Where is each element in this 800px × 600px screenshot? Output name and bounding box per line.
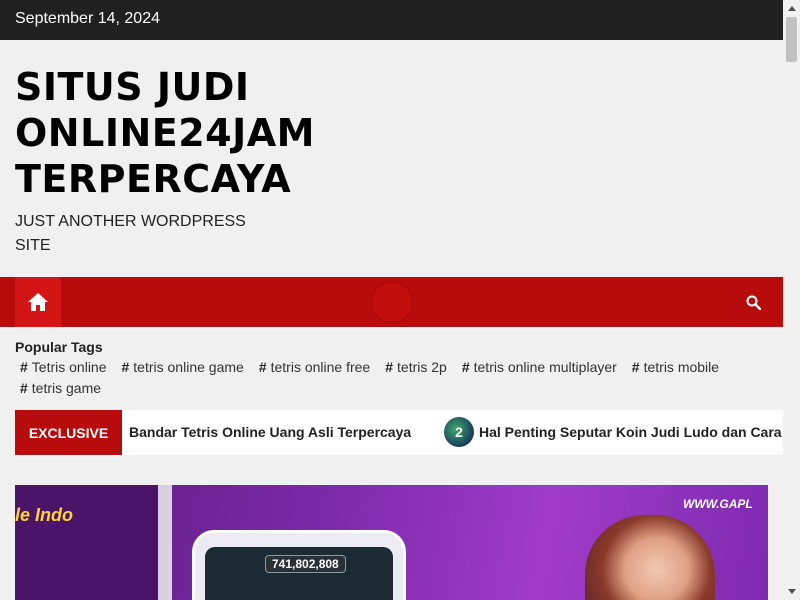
- hash-icon: #: [461, 359, 470, 375]
- ticker-thumbnail-number: 2: [455, 424, 463, 440]
- ticker-label: EXCLUSIVE: [15, 410, 122, 455]
- tag-link[interactable]: # tetris game: [20, 379, 101, 397]
- tag-label: tetris game: [31, 380, 102, 396]
- tag-label: Tetris online: [31, 359, 107, 375]
- tag-label: tetris 2p: [397, 359, 447, 375]
- arrow-up-icon: [787, 6, 796, 11]
- hash-icon: #: [385, 359, 394, 375]
- ticker-item-link[interactable]: Bandar Tetris Online Uang Asli Terpercay…: [129, 424, 411, 440]
- site-title-line: SITUS JUDI: [15, 65, 250, 109]
- tag-link[interactable]: # tetris 2p: [385, 358, 447, 376]
- ticker-thumbnail[interactable]: 2: [444, 417, 474, 447]
- hash-icon: #: [631, 359, 640, 375]
- page-scrollbar[interactable]: [783, 0, 800, 600]
- banner-phone-graphic: 741,802,808: [192, 530, 406, 600]
- scroll-down-button[interactable]: [783, 583, 800, 600]
- tag-link[interactable]: # Tetris online: [20, 358, 107, 376]
- site-branding: SITUS JUDI ONLINE24JAM TERPERCAYA JUST A…: [15, 64, 375, 258]
- hash-icon: #: [20, 359, 28, 375]
- banner-url: WWW.GAPL: [683, 497, 753, 511]
- banner-left-panel: le Indo: [15, 485, 158, 600]
- phone-screen: 741,802,808: [205, 547, 393, 600]
- site-title-line: TERPERCAYA: [15, 157, 292, 201]
- tag-label: tetris online game: [133, 359, 244, 375]
- tag-link[interactable]: # tetris online game: [122, 358, 244, 376]
- scroll-up-button[interactable]: [783, 0, 800, 17]
- current-date: September 14, 2024: [15, 10, 160, 27]
- nav-decoration: [371, 281, 413, 323]
- main-navigation: [0, 277, 783, 327]
- home-icon: [28, 293, 48, 311]
- banner-left-title: le Indo: [15, 505, 73, 525]
- popular-tags: Popular Tags # Tetris online # tetris onli…: [15, 339, 775, 397]
- search-icon: [746, 295, 761, 310]
- scroll-thumb[interactable]: [786, 17, 797, 62]
- tag-link[interactable]: # tetris online free: [259, 358, 370, 376]
- search-button[interactable]: [738, 287, 768, 317]
- hash-icon: #: [121, 359, 130, 375]
- site-description: JUST ANOTHER WORDPRESS SITE: [15, 213, 246, 254]
- phone-score: 741,802,808: [265, 555, 346, 573]
- featured-banner-image[interactable]: le Indo 741,802,808 WWW.GAPL: [15, 485, 768, 600]
- ticker-item-link[interactable]: Hal Penting Seputar Koin Judi Ludo dan C…: [479, 424, 783, 440]
- banner-divider: [158, 485, 172, 600]
- tag-label: tetris online multiplayer: [473, 359, 617, 375]
- tag-label: tetris mobile: [643, 359, 720, 375]
- arrow-down-icon: [787, 589, 796, 594]
- home-button[interactable]: [15, 277, 61, 327]
- tag-link[interactable]: # tetris online multiplayer: [462, 358, 617, 376]
- tag-list: # Tetris online # tetris online game # tetr…: [15, 358, 775, 397]
- tag-label: tetris online free: [270, 359, 371, 375]
- site-title-line: ONLINE24JAM: [15, 111, 315, 155]
- banner-character-graphic: [585, 515, 715, 600]
- hash-icon: #: [20, 380, 28, 396]
- top-bar: September 14, 2024: [0, 0, 783, 40]
- exclusive-ticker: EXCLUSIVE Bandar Tetris Online Uang Asli…: [15, 410, 783, 455]
- hash-icon: #: [258, 359, 267, 375]
- site-title[interactable]: SITUS JUDI ONLINE24JAM TERPERCAYA: [15, 64, 375, 202]
- popular-tags-title: Popular Tags: [15, 339, 103, 355]
- tag-link[interactable]: # tetris mobile: [632, 358, 719, 376]
